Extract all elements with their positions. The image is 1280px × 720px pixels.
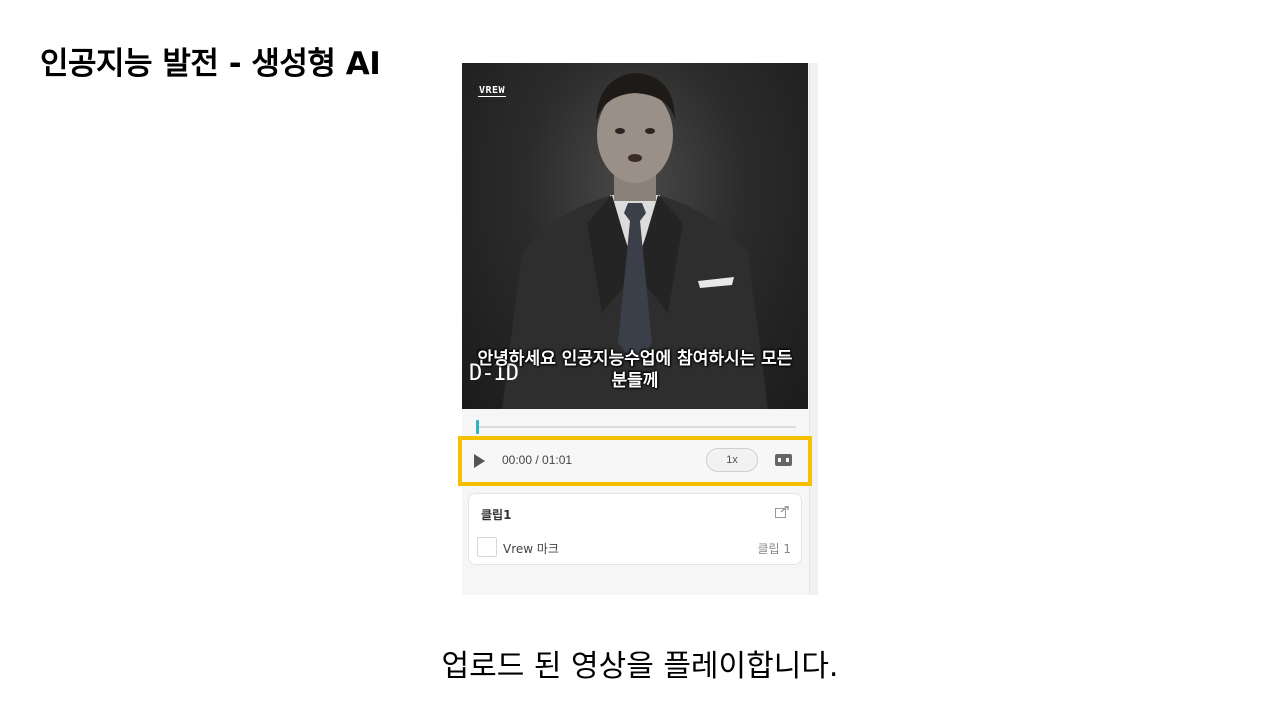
slide-caption: 업로드 된 영상을 플레이합니다. [441,649,839,684]
clip-item-checkbox[interactable] [477,537,497,557]
clip-item-meta: 클립 1 [757,542,791,556]
slide-title: 인공지능 발전 - 생성형 AI [40,46,381,82]
time-display: 00:00 / 01:01 [502,453,573,467]
aspect-ratio-icon[interactable] [775,454,792,466]
clip-item-label: Vrew 마크 [503,542,559,556]
seek-handle[interactable] [476,420,479,434]
video-subtitle: 안녕하세요 인공지능수업에 참여하시는 모든 분들께 [477,349,793,391]
clip-card: 클립1 Vrew 마크 클립 1 [468,493,802,565]
clip-title: 클립1 [481,508,512,522]
playback-speed-button[interactable]: 1x [706,448,758,472]
seek-bar[interactable] [476,420,796,434]
play-icon[interactable] [474,454,485,468]
vrew-player-panel: VREW D-ID 안녕하세요 인공지능수업에 참여하시는 모든 분들께 00:… [458,63,818,595]
vrew-watermark: VREW [478,85,507,97]
playback-controls: 00:00 / 01:01 1x [458,436,812,486]
panel-scroll-edge [809,63,818,595]
video-preview[interactable]: VREW D-ID 안녕하세요 인공지능수업에 참여하시는 모든 분들께 [462,63,808,409]
open-external-icon[interactable] [775,506,789,518]
